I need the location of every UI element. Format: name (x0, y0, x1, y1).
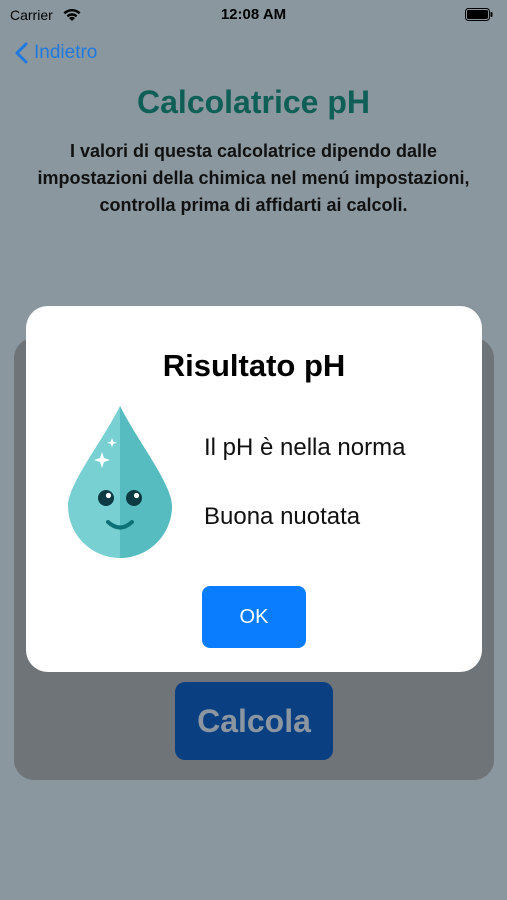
status-bar: Carrier 12:08 AM (0, 0, 507, 30)
settings-notice: I valori di questa calcolatrice dipendo … (20, 138, 487, 219)
notice-line: impostazioni della chimica nel menú impo… (37, 168, 470, 188)
dialog-title: Risultato pH (162, 348, 346, 383)
battery-icon (465, 8, 493, 21)
clock: 12:08 AM (220, 6, 287, 23)
ok-button[interactable]: OK (202, 586, 306, 648)
back-button[interactable]: Indietro (14, 40, 97, 66)
result-greeting: Buona nuotata (204, 503, 361, 530)
result-dialog: Risultato pH Il pH è nella norma Buona n… (26, 306, 482, 672)
back-button-label: Indietro (34, 42, 98, 63)
calculate-button[interactable]: Calcola (175, 682, 333, 760)
water-drop-icon (68, 406, 172, 558)
result-message: Il pH è nella norma (204, 434, 406, 461)
page-title: Calcolatrice pH (137, 84, 370, 120)
notice-line: controlla prima di affidarti ai calcoli. (99, 195, 408, 215)
chevron-left-icon (15, 42, 28, 64)
notice-line: I valori di questa calcolatrice dipendo … (69, 141, 438, 161)
